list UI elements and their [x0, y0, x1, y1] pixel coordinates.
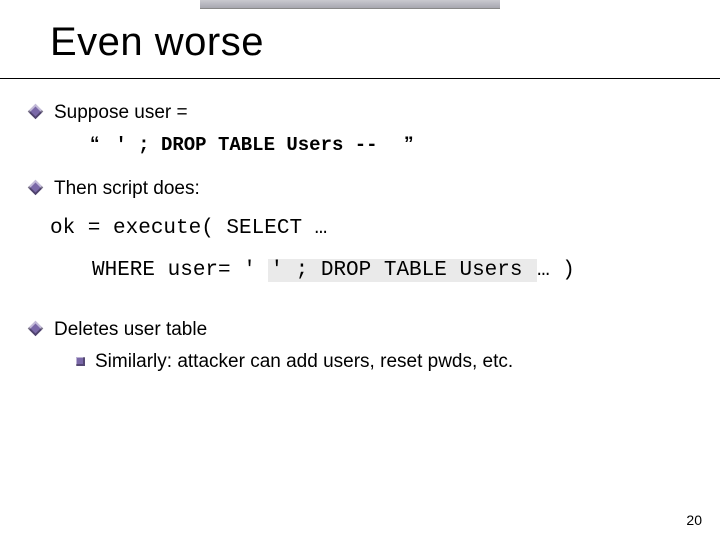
- diamond-bullet-icon: [28, 104, 44, 120]
- code-prefix: WHERE user= ′: [92, 259, 268, 282]
- bullet-suppose-user: Suppose user =: [30, 100, 690, 126]
- quote-open: “: [90, 134, 100, 155]
- user-input-payload: “ ′ ; DROP TABLE Users -- ”: [30, 132, 690, 159]
- diamond-bullet-icon: [28, 180, 44, 196]
- code-block: ok = execute( SELECT … WHERE user= ′ ′ ;…: [50, 212, 690, 287]
- title-accent-bar: [200, 0, 500, 9]
- bullet-deletes-table: Deletes user table Similarly: attacker c…: [30, 317, 690, 374]
- square-bullet-icon: [76, 357, 85, 366]
- title-underline: [0, 78, 720, 79]
- page-number: 20: [686, 512, 702, 528]
- sub-bullet-text: Similarly: attacker can add users, reset…: [95, 351, 513, 372]
- bullet-text: Deletes user table: [54, 319, 207, 340]
- slide-title: Even worse: [50, 20, 264, 65]
- diamond-bullet-icon: [28, 321, 44, 337]
- quote-close: ”: [404, 134, 414, 155]
- bullet-then-script: Then script does:: [30, 176, 690, 202]
- sql-payload-text: ′ ; DROP TABLE Users --: [115, 134, 377, 156]
- code-highlight: ′ ; DROP TABLE Users: [268, 259, 537, 282]
- code-line-1: ok = execute( SELECT …: [50, 212, 690, 246]
- code-line-2: WHERE user= ′ ′ ; DROP TABLE Users … ): [50, 254, 690, 288]
- slide-body: Suppose user = “ ′ ; DROP TABLE Users --…: [30, 100, 690, 380]
- code-suffix: … ): [537, 259, 575, 282]
- sub-bullet-similarly: Similarly: attacker can add users, reset…: [54, 349, 690, 375]
- bullet-text: Suppose user =: [54, 102, 188, 123]
- bullet-text: Then script does:: [54, 178, 200, 199]
